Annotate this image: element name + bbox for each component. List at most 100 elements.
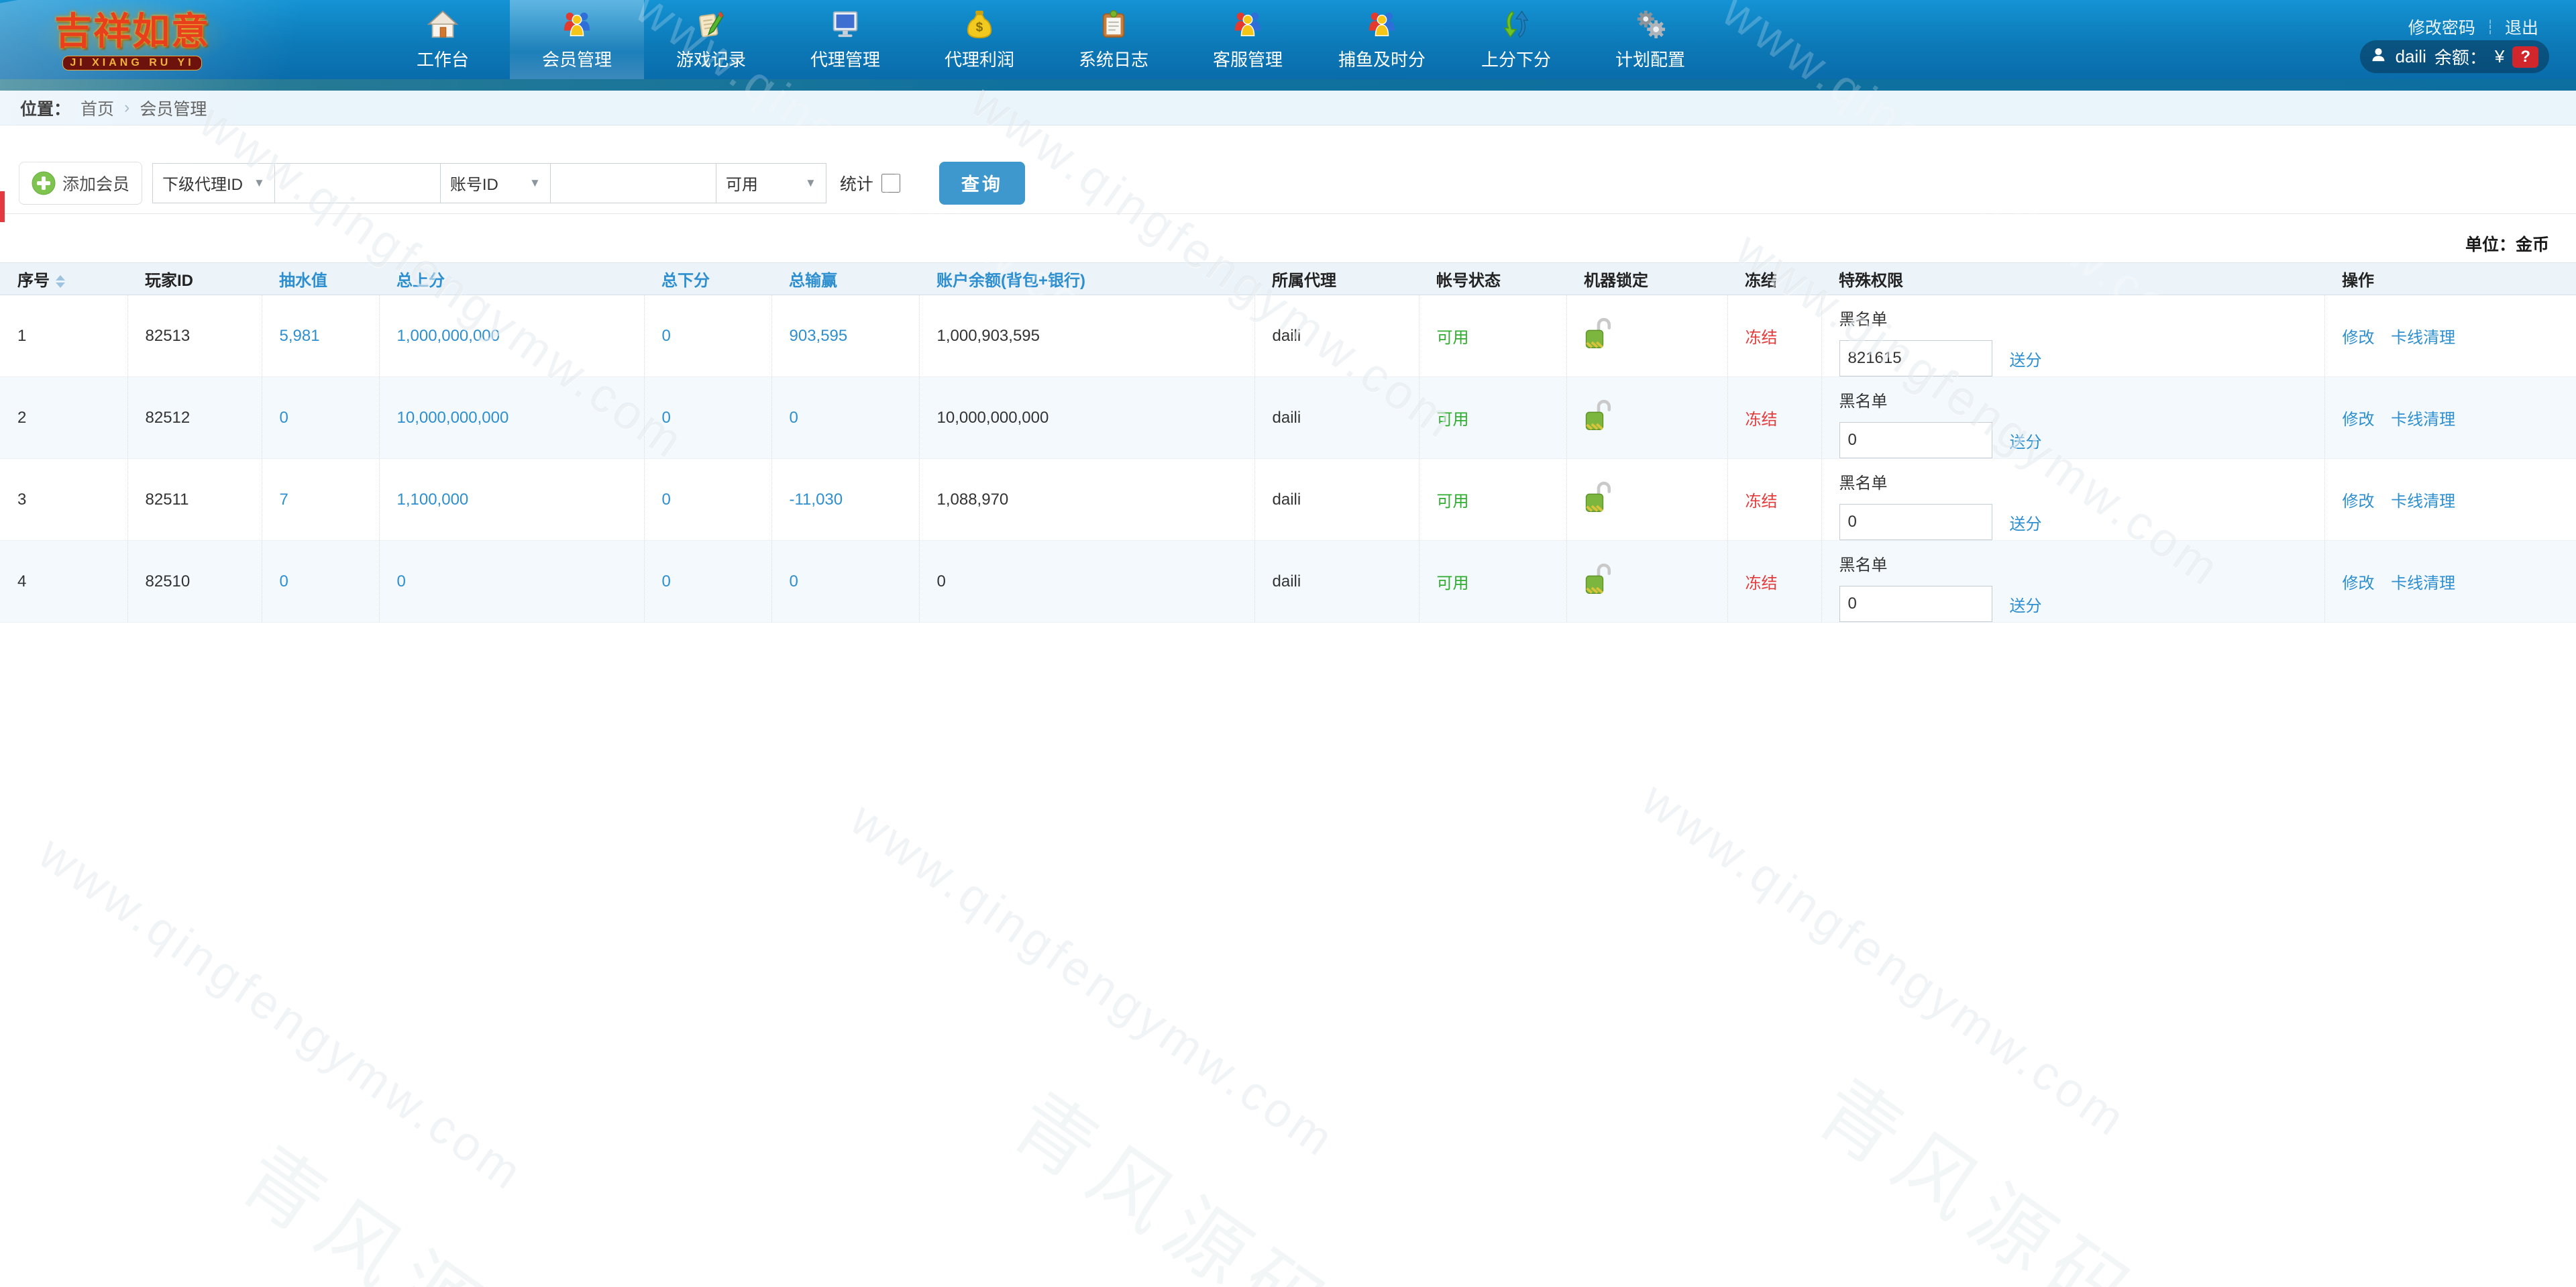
cell-total-up[interactable]: 1,000,000,000	[378, 295, 644, 377]
plus-icon	[32, 171, 56, 195]
freeze-link[interactable]: 冻结	[1746, 411, 1778, 429]
nav-item-members[interactable]: 会员管理	[510, 0, 644, 79]
account-id-select[interactable]: 账号ID ▼	[439, 162, 551, 203]
breadcrumb-current: 会员管理	[140, 99, 207, 119]
sort-icon[interactable]	[56, 275, 65, 289]
cell-total-down[interactable]: 0	[643, 295, 771, 377]
freeze-link[interactable]: 冻结	[1746, 493, 1778, 511]
freeze-link[interactable]: 冻结	[1746, 574, 1778, 593]
nav-item-plan-config[interactable]: 计划配置	[1583, 0, 1717, 79]
blacklist-label[interactable]: 黑名单	[1839, 470, 2324, 493]
edit-link[interactable]: 修改	[2343, 411, 2375, 429]
col-total-up[interactable]: 总上分	[379, 262, 644, 295]
col-win-loss[interactable]: 总输赢	[771, 262, 919, 295]
members-table: 序号 玩家ID 抽水值 总上分 总下分 总输赢 账户余额(背包+银行) 所属代理…	[0, 262, 2576, 623]
score-input[interactable]	[1839, 504, 1992, 540]
cell-rake[interactable]: 0	[261, 540, 379, 623]
unit-note: 单位：金币	[2465, 236, 2549, 254]
clear-line-link[interactable]: 卡线清理	[2391, 329, 2455, 347]
nav-item-fishing-score[interactable]: 捕鱼及时分	[1315, 0, 1449, 79]
user-balance-pill[interactable]: daili 余额： ¥ ?	[2359, 40, 2549, 73]
cell-rake[interactable]: 7	[261, 458, 379, 541]
col-rake[interactable]: 抽水值	[262, 262, 379, 295]
col-total-down[interactable]: 总下分	[644, 262, 771, 295]
clear-line-link[interactable]: 卡线清理	[2391, 411, 2455, 429]
nav-item-score-updown[interactable]: 上分下分	[1449, 0, 1583, 79]
nav-label: 代理管理	[810, 50, 880, 70]
nav-item-system-log[interactable]: 系统日志	[1046, 0, 1181, 79]
status-select[interactable]: 可用 ▼	[715, 162, 826, 203]
nav-label: 捕鱼及时分	[1338, 50, 1426, 70]
unlock-icon[interactable]	[1585, 480, 1613, 519]
cell-win-loss[interactable]: -11,030	[771, 458, 919, 541]
col-actions: 操作	[2324, 262, 2576, 295]
watermark-text-cn: 青风源码	[997, 1077, 1352, 1287]
send-score-link[interactable]: 送分	[2010, 429, 2042, 452]
nav-item-game-records[interactable]: 游戏记录	[644, 0, 778, 79]
cell-balance: 1,000,903,595	[918, 295, 1254, 377]
stats-checkbox[interactable]	[881, 173, 900, 193]
breadcrumb-home-link[interactable]: 首页	[80, 96, 114, 120]
unlock-icon[interactable]	[1585, 399, 1613, 437]
clear-line-link[interactable]: 卡线清理	[2391, 493, 2455, 511]
cell-total-up[interactable]: 1,100,000	[378, 458, 644, 541]
edit-link[interactable]: 修改	[2343, 329, 2375, 347]
table-row: 3 82511 7 1,100,000 0 -11,030 1,088,970 …	[0, 458, 2576, 541]
clear-line-link[interactable]: 卡线清理	[2391, 574, 2455, 593]
nav-label: 会员管理	[541, 50, 612, 70]
blacklist-label[interactable]: 黑名单	[1839, 306, 2324, 329]
cell-player-id: 82512	[127, 376, 262, 459]
cell-win-loss[interactable]: 0	[771, 540, 919, 623]
col-index[interactable]: 序号	[0, 262, 127, 295]
chevron-down-icon: ▼	[805, 176, 816, 189]
balance-label: 余额：	[2434, 48, 2487, 68]
nav-item-agent-profit[interactable]: $ 代理利润	[912, 0, 1046, 79]
table-header-row: 序号 玩家ID 抽水值 总上分 总下分 总输赢 账户余额(背包+银行) 所属代理…	[0, 262, 2576, 295]
cell-win-loss[interactable]: 0	[771, 376, 919, 459]
stats-checkbox-group: 统计	[840, 171, 900, 195]
cell-total-up[interactable]: 0	[378, 540, 644, 623]
cell-total-up[interactable]: 10,000,000,000	[378, 376, 644, 459]
account-id-input[interactable]	[549, 162, 716, 203]
cell-total-down[interactable]: 0	[643, 458, 771, 541]
send-score-link[interactable]: 送分	[2010, 593, 2042, 616]
change-password-link[interactable]: 修改密码	[2408, 15, 2475, 39]
blacklist-label[interactable]: 黑名单	[1839, 388, 2324, 411]
cell-machine-lock	[1566, 458, 1727, 541]
edit-link[interactable]: 修改	[2343, 574, 2375, 593]
nav-item-workbench[interactable]: 工作台	[376, 0, 510, 79]
nav-item-agent-management[interactable]: 代理管理	[778, 0, 912, 79]
col-player-id: 玩家ID	[127, 262, 262, 295]
score-input[interactable]	[1839, 586, 1992, 622]
cell-total-down[interactable]: 0	[643, 540, 771, 623]
blacklist-label[interactable]: 黑名单	[1839, 552, 2324, 575]
send-score-link[interactable]: 送分	[2010, 347, 2042, 370]
freeze-link[interactable]: 冻结	[1746, 329, 1778, 347]
edit-link[interactable]: 修改	[2343, 493, 2375, 511]
header-bottom-strip	[0, 79, 2576, 91]
cell-total-down[interactable]: 0	[643, 376, 771, 459]
score-input[interactable]	[1839, 422, 1992, 458]
nav-item-customer-service[interactable]: 客服管理	[1181, 0, 1315, 79]
agent-id-input[interactable]	[274, 162, 441, 203]
svg-text:$: $	[976, 21, 983, 35]
search-button[interactable]: 查询	[938, 161, 1025, 205]
watermark-text-cn: 青风源码	[225, 1131, 580, 1287]
unlock-icon[interactable]	[1585, 562, 1613, 601]
cell-rake[interactable]: 0	[261, 376, 379, 459]
logout-link[interactable]: 退出	[2505, 15, 2538, 39]
cell-win-loss[interactable]: 903,595	[771, 295, 919, 377]
col-balance[interactable]: 账户余额(背包+银行)	[919, 262, 1254, 295]
system-log-icon	[1097, 8, 1130, 40]
cell-rake[interactable]: 5,981	[261, 295, 379, 377]
add-member-button[interactable]: 添加会员	[19, 161, 143, 205]
agent-id-select[interactable]: 下级代理ID ▼	[152, 162, 275, 203]
cell-index: 4	[0, 540, 127, 623]
cell-agent: daili	[1254, 295, 1419, 377]
unlock-icon[interactable]	[1585, 317, 1613, 355]
send-score-link[interactable]: 送分	[2010, 511, 2042, 534]
table-row: 4 82510 0 0 0 0 0 daili 可用 冻结 黑名单 0 送分 修…	[0, 540, 2576, 623]
balance-badge[interactable]: ?	[2512, 46, 2538, 68]
score-input[interactable]	[1839, 340, 1992, 376]
stats-label: 统计	[839, 174, 873, 194]
